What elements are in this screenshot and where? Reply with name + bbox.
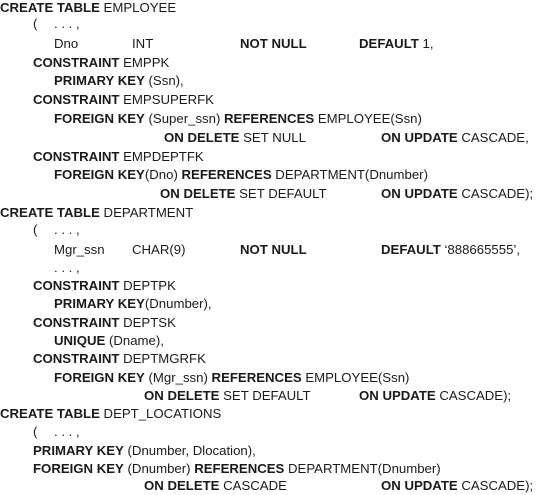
foreign-key-line: FOREIGN KEY(Dno) REFERENCES DEPARTMENT(D… — [54, 167, 428, 182]
column-name: Mgr_ssn — [54, 242, 105, 257]
create-table-dept-locations: CREATE TABLE DEPT_LOCATIONS — [0, 406, 222, 421]
constraint-line: CONSTRAINT EMPSUPERFK — [33, 92, 214, 107]
default-clause: DEFAULT ‘888665555’, — [381, 242, 521, 257]
create-table-employee: CREATE TABLE EMPLOYEE — [0, 0, 176, 16]
constraint-line: CONSTRAINT EMPPK — [33, 55, 170, 70]
open-paren-line: ( — [33, 16, 37, 32]
on-update-clause: ON UPDATE CASCADE); — [381, 478, 534, 493]
on-update-clause: ON UPDATE CASCADE); — [359, 388, 512, 403]
primary-key-line: PRIMARY KEY(Dnumber), — [54, 296, 212, 311]
table-name: EMPLOYEE — [99, 0, 177, 15]
open-paren-line: ( — [33, 424, 38, 439]
open-paren-line: ( — [33, 222, 38, 237]
constraint-line: CONSTRAINT EMPDEPTFK — [33, 149, 204, 164]
ellipsis: . . . , — [54, 424, 80, 439]
open-paren: ( — [33, 16, 38, 31]
foreign-key-line: FOREIGN KEY (Mgr_ssn) REFERENCES EMPLOYE… — [54, 370, 410, 385]
keyword: CREATE TABLE — [0, 0, 100, 15]
foreign-key-line: FOREIGN KEY (Dnumber) REFERENCES DEPARTM… — [33, 461, 441, 476]
ellipsis: . . . , — [54, 16, 80, 31]
ellipsis: . . . , — [54, 222, 80, 237]
unique-line: UNIQUE (Dname), — [54, 333, 164, 348]
constraint-line: CONSTRAINT DEPTMGRFK — [33, 351, 206, 366]
on-update-clause: ON UPDATE CASCADE); — [381, 186, 534, 201]
not-null-constraint: NOT NULL — [240, 36, 307, 51]
not-null-constraint: NOT NULL — [240, 242, 307, 257]
column-type: CHAR(9) — [132, 242, 186, 257]
constraint-line: CONSTRAINT DEPTSK — [33, 315, 176, 330]
on-delete-clause: ON DELETE CASCADE — [144, 478, 287, 493]
on-delete-clause: ON DELETE SET NULL — [164, 130, 306, 145]
sql-ddl-listing: CREATE TABLE EMPLOYEE ( . . . , Dno INT … — [0, 0, 550, 495]
primary-key-line: PRIMARY KEY (Ssn), — [54, 73, 184, 88]
create-table-department: CREATE TABLE DEPARTMENT — [0, 205, 194, 220]
column-name: Dno — [54, 36, 79, 51]
constraint-line: CONSTRAINT DEPTPK — [33, 278, 176, 293]
on-update-clause: ON UPDATE CASCADE, — [381, 130, 529, 145]
default-clause: DEFAULT 1, — [359, 36, 434, 51]
primary-key-line: PRIMARY KEY (Dnumber, Dlocation), — [33, 443, 256, 458]
foreign-key-line: FOREIGN KEY (Super_ssn) REFERENCES EMPLO… — [54, 111, 422, 126]
ellipsis: . . . , — [54, 260, 80, 275]
on-delete-clause: ON DELETE SET DEFAULT — [144, 388, 311, 403]
on-delete-clause: ON DELETE SET DEFAULT — [160, 186, 327, 201]
column-type: INT — [132, 36, 154, 51]
